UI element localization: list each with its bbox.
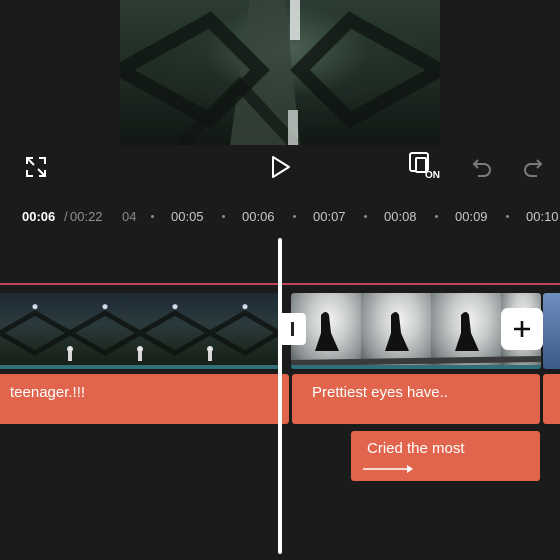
preview-toggle-state: ON <box>425 170 440 181</box>
preview-area: ON <box>0 0 560 200</box>
video-clip-1[interactable] <box>0 293 279 369</box>
playhead[interactable] <box>278 238 282 554</box>
text-clip-label: teenager.!!! <box>10 384 86 401</box>
preview-toggle-icon[interactable]: ON <box>406 150 442 184</box>
ruler-dot <box>364 215 367 218</box>
video-preview[interactable] <box>120 0 440 145</box>
ruler-tick: 00:08 <box>384 209 417 224</box>
time-ruler[interactable]: 00:06 / 00:22 04 00:05 00:06 00:07 00:08… <box>0 200 560 232</box>
play-icon[interactable] <box>266 151 296 183</box>
redo-icon[interactable] <box>520 153 546 181</box>
clip-scene <box>0 310 279 361</box>
text-clip-label: Prettiest eyes have.. <box>312 384 448 401</box>
ruler-dot <box>506 215 509 218</box>
total-time: 00:22 <box>70 209 103 224</box>
video-clip-3[interactable] <box>543 293 560 369</box>
text-clip-2[interactable]: Prettiest eyes have.. <box>292 374 540 424</box>
fullscreen-icon[interactable] <box>22 153 50 181</box>
split-handle[interactable] <box>278 313 306 345</box>
ruler-dot <box>435 215 438 218</box>
time-separator: / <box>64 209 68 224</box>
ruler-tick: 00:07 <box>313 209 346 224</box>
text-clip-1[interactable]: teenager.!!! <box>0 374 289 424</box>
plus-icon <box>514 321 530 337</box>
add-clip-button[interactable] <box>501 308 543 350</box>
animation-arrow-icon <box>363 465 413 473</box>
preview-scene <box>120 0 440 145</box>
split-handle-bar <box>290 322 294 336</box>
clip-audio-line <box>291 365 541 369</box>
current-time: 00:06 <box>22 209 56 224</box>
ruler-tick: 04 <box>122 209 137 224</box>
ruler-tick: 00:06 <box>242 209 275 224</box>
ruler-tick: 00:10 <box>526 209 559 224</box>
ruler-dot <box>293 215 296 218</box>
text-clip-3[interactable] <box>543 374 560 424</box>
undo-icon[interactable] <box>469 153 495 181</box>
ruler-tick: 00:09 <box>455 209 488 224</box>
text-clip-4[interactable]: Cried the most <box>351 431 540 481</box>
ruler-dot <box>151 215 154 218</box>
text-clip-label: Cried the most <box>367 440 465 457</box>
ruler-dot <box>222 215 225 218</box>
ruler-tick: 00:05 <box>171 209 204 224</box>
clip-audio-line <box>0 365 279 369</box>
